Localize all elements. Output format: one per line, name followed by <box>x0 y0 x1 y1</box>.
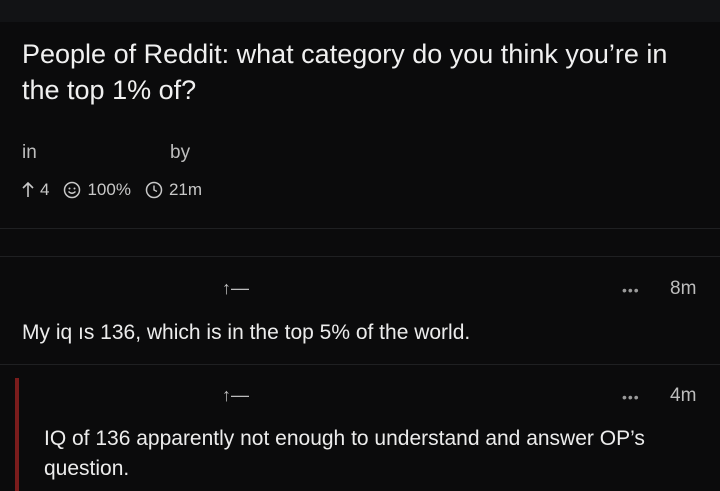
comment-vote-button[interactable]: ↑— <box>222 278 249 299</box>
divider <box>0 364 720 365</box>
post-title: People of Reddit: what category do you t… <box>22 39 668 105</box>
divider <box>0 256 720 257</box>
divider <box>0 228 720 229</box>
more-options-icon[interactable]: ••• <box>622 282 640 298</box>
reply-thread-bar <box>15 378 19 491</box>
post-age: 21m <box>168 180 203 199</box>
upvote-arrow-icon[interactable] <box>22 182 34 198</box>
author-label: by <box>170 142 191 163</box>
reply-age: 4m <box>670 385 697 406</box>
comment-text: My iq ıs 136, which is in the top 5% of … <box>22 321 471 344</box>
clock-icon <box>145 181 163 199</box>
smiley-icon <box>63 181 81 199</box>
comment-age: 8m <box>670 278 697 299</box>
upvote-ratio: 100% <box>87 180 131 199</box>
reply-vote-button[interactable]: ↑— <box>222 385 249 406</box>
reply-text: IQ of 136 apparently not enough to under… <box>44 427 645 480</box>
subreddit-label: in <box>22 142 37 163</box>
upvote-count: 4 <box>40 180 50 199</box>
post-stats: 4 100% 21m <box>22 180 202 200</box>
more-options-icon[interactable]: ••• <box>622 389 640 405</box>
top-bar <box>0 0 720 22</box>
